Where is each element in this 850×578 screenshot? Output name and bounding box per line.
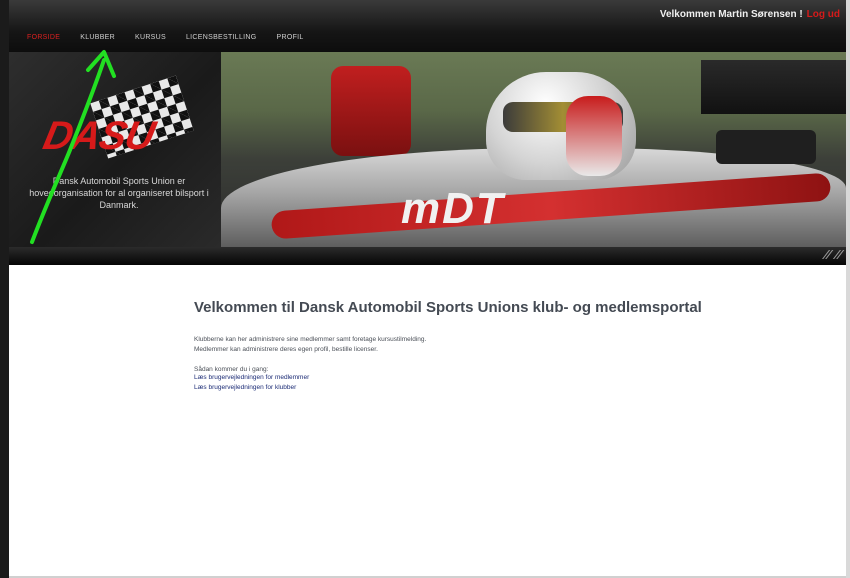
nav-item-licensbestilling[interactable]: LICENSBESTILLING: [176, 30, 267, 48]
logo-panel: DASU Dansk Automobil Sports Union er hov…: [9, 52, 221, 247]
strip-decoration: ⁄⁄ ⁄⁄: [824, 247, 842, 262]
guide-heading: Sådan kommer du i gang:: [194, 366, 269, 373]
page-title: Velkommen til Dansk Automobil Sports Uni…: [194, 299, 702, 316]
guide-link-clubs[interactable]: Læs brugervejledningen for klubber: [194, 383, 834, 393]
intro-text: Klubberne kan her administrere sine medl…: [194, 335, 834, 354]
welcome-text: Velkommen Martin Sørensen !: [659, 9, 803, 20]
main-content: Velkommen til Dansk Automobil Sports Uni…: [194, 299, 834, 392]
intro-line-clubs: Klubberne kan her administrere sine medl…: [194, 336, 427, 343]
nav-item-forside[interactable]: FORSIDE: [17, 30, 70, 48]
site-header: Velkommen Martin Sørensen ! Log ud FORSID…: [9, 0, 846, 52]
photo-car-wing: [701, 60, 846, 114]
photo-car-lettering: mDT: [401, 184, 505, 233]
photo-driver-glove: [566, 96, 622, 176]
banner-bottom-strip: ⁄⁄ ⁄⁄: [9, 247, 846, 265]
window-left-edge: [0, 0, 9, 578]
nav-item-kursus[interactable]: KURSUS: [125, 30, 176, 48]
main-nav: FORSIDE KLUBBER KURSUS LICENSBESTILLING …: [17, 30, 314, 48]
window-right-edge: [846, 0, 850, 578]
logout-link[interactable]: Log ud: [807, 9, 840, 20]
photo-car-mirror: [716, 130, 816, 164]
race-car-photo: mDT: [221, 52, 846, 247]
welcome-message: Velkommen Martin Sørensen ! Log ud: [660, 9, 840, 20]
guide-link-members[interactable]: Læs brugervejledningen for medlemmer: [194, 373, 834, 383]
photo-red-panel: [331, 66, 411, 156]
banner-tagline: Dansk Automobil Sports Union er hovedorg…: [29, 176, 209, 210]
nav-item-profil[interactable]: PROFIL: [267, 30, 314, 48]
hero-banner: DASU Dansk Automobil Sports Union er hov…: [9, 52, 846, 247]
dasu-logo[interactable]: DASU: [39, 114, 158, 159]
nav-item-klubber[interactable]: KLUBBER: [70, 30, 125, 48]
intro-line-members: Medlemmer kan administrere deres egen pr…: [194, 345, 378, 353]
